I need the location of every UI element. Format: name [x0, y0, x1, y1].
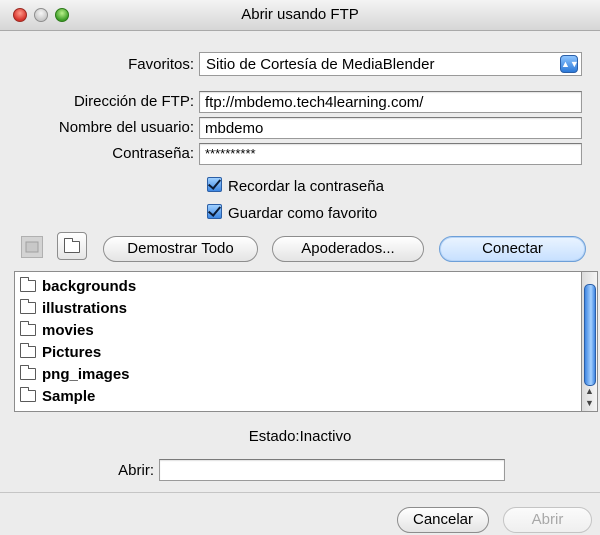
- footer-divider: [0, 492, 600, 493]
- scrollbar-thumb[interactable]: [584, 284, 596, 386]
- list-item[interactable]: backgrounds: [20, 276, 136, 298]
- cancel-button[interactable]: Cancelar: [397, 507, 489, 533]
- list-item[interactable]: illustrations: [20, 298, 127, 320]
- window-title: Abrir usando FTP: [241, 6, 359, 23]
- checkbox-checked-icon: [207, 204, 222, 219]
- folder-icon: [20, 365, 36, 380]
- status-text: Estado:Inactivo: [248, 428, 352, 445]
- title-bar[interactable]: Abrir usando FTP: [0, 0, 600, 31]
- folder-view-button[interactable]: [57, 232, 87, 260]
- open-button[interactable]: Abrir: [503, 507, 592, 533]
- list-view-button[interactable]: [21, 236, 43, 258]
- file-name: backgrounds: [42, 278, 137, 295]
- username-field[interactable]: mbdemo: [199, 117, 582, 139]
- folder-icon: [20, 277, 36, 292]
- remote-file-list[interactable]: backgrounds illustrations movies Picture…: [14, 271, 582, 412]
- password-field[interactable]: **********: [199, 143, 582, 165]
- scroll-up-arrow-icon[interactable]: ▲: [585, 386, 594, 396]
- password-label: Contraseña:: [112, 145, 194, 162]
- file-name: illustrations: [42, 300, 128, 317]
- list-item[interactable]: Sample: [20, 386, 95, 408]
- folder-icon: [20, 321, 36, 336]
- folder-icon: [20, 343, 36, 358]
- show-all-button[interactable]: Demostrar Todo: [103, 236, 258, 262]
- favorites-selected-value: Sitio de Cortesía de MediaBlender: [206, 56, 435, 73]
- folder-icon: [20, 299, 36, 314]
- file-name: Pictures: [42, 344, 102, 361]
- open-filename-field[interactable]: [159, 459, 505, 481]
- ftp-address-label: Dirección de FTP:: [73, 93, 194, 110]
- checkbox-checked-icon: [207, 177, 222, 192]
- connect-button[interactable]: Conectar: [439, 236, 586, 262]
- proxies-button[interactable]: Apoderados...: [272, 236, 424, 262]
- list-item[interactable]: png_images: [20, 364, 130, 386]
- remember-password-label: Recordar la contraseña: [228, 178, 384, 195]
- save-favorite-label: Guardar como favorito: [228, 205, 378, 222]
- list-item[interactable]: movies: [20, 320, 94, 342]
- folder-icon: [64, 238, 80, 253]
- scroll-down-arrow-icon[interactable]: ▼: [585, 398, 594, 408]
- list-item[interactable]: Pictures: [20, 342, 101, 364]
- username-label: Nombre del usuario:: [58, 119, 194, 136]
- favorites-select[interactable]: Sitio de Cortesía de MediaBlender ▲▼: [199, 52, 582, 76]
- file-name: Sample: [42, 388, 96, 405]
- ftp-open-dialog: Abrir usando FTP Favoritos: Sitio de Cor…: [0, 0, 600, 535]
- list-view-icon: [25, 241, 39, 253]
- file-list-scrollbar[interactable]: ▲ ▼: [582, 271, 598, 412]
- ftp-address-field[interactable]: ftp://mbdemo.tech4learning.com/: [199, 91, 582, 113]
- select-arrows-icon: ▲▼: [560, 55, 579, 73]
- file-name: movies: [42, 322, 94, 339]
- remember-password-checkbox[interactable]: Recordar la contraseña: [207, 177, 384, 195]
- file-name: png_images: [42, 366, 130, 383]
- save-favorite-checkbox[interactable]: Guardar como favorito: [207, 204, 377, 222]
- favorites-label: Favoritos:: [128, 56, 194, 73]
- open-label: Abrir:: [118, 462, 154, 479]
- folder-icon: [20, 387, 36, 402]
